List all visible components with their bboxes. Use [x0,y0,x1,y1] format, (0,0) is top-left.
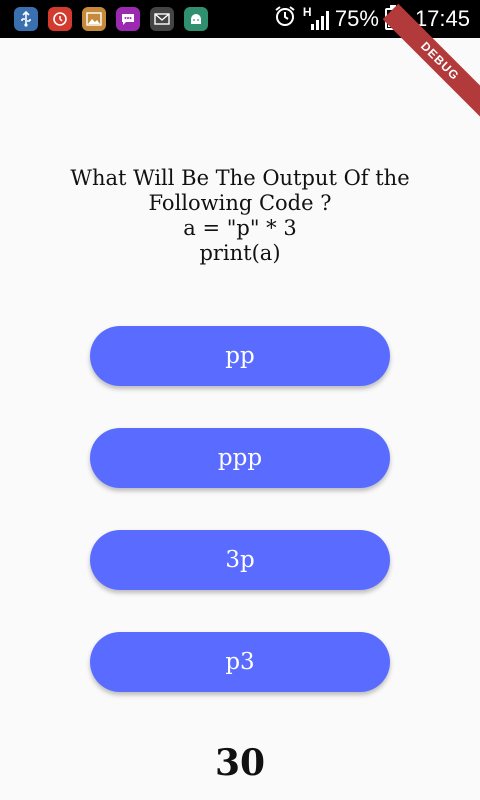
android-icon [184,7,208,31]
signal-icon: H [303,5,329,31]
question-line: Following Code ? [148,191,332,215]
answer-options: pp ppp 3p p3 [90,326,390,734]
usb-icon [14,7,38,31]
gmail-icon [150,7,174,31]
status-right: H 75% ⚡ 17:45 [273,0,470,38]
alarm-icon [273,4,297,34]
question-text: What Will Be The Output Of the Following… [40,166,440,266]
question-line: a = "p" * 3 [183,216,297,240]
tv-icon [48,7,72,31]
answer-option-button[interactable]: p3 [90,632,390,692]
answer-option-button[interactable]: ppp [90,428,390,488]
messenger-icon [116,7,140,31]
gallery-icon [82,7,106,31]
question-line: print(a) [199,241,281,265]
score-counter: 30 [214,742,266,784]
answer-option-button[interactable]: pp [90,326,390,386]
notification-icons [14,7,208,31]
answer-option-button[interactable]: 3p [90,530,390,590]
battery-percent: 75% [334,6,379,31]
question-line: What Will Be The Output Of the [70,166,410,190]
